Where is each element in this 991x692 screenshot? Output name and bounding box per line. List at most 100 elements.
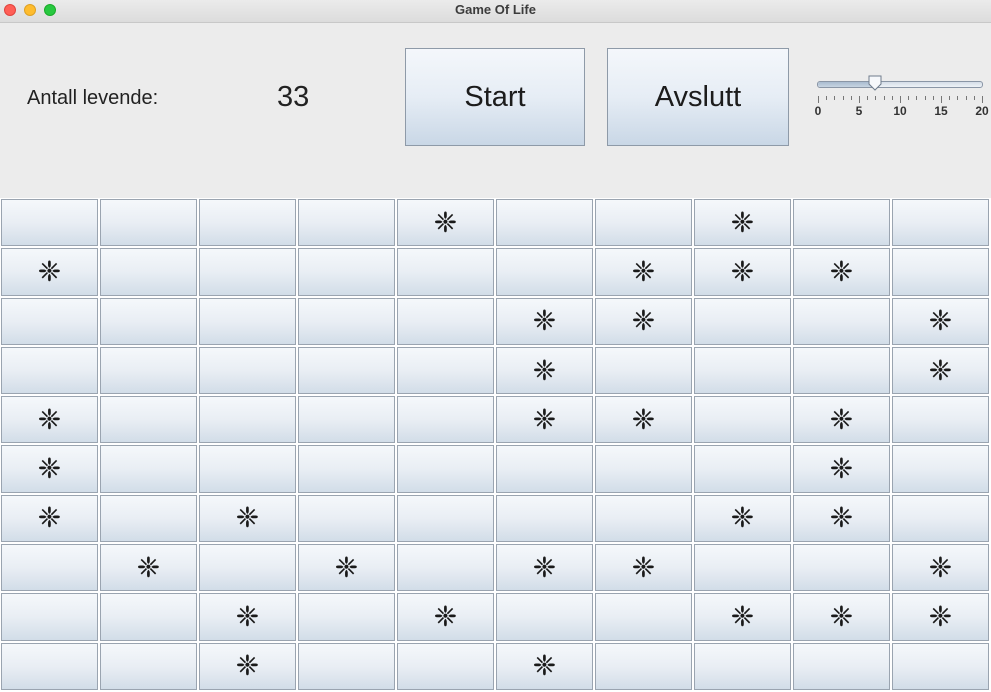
cell-alive[interactable]: ❈ (100, 544, 197, 592)
cell-dead[interactable] (595, 593, 692, 641)
cell-dead[interactable] (496, 248, 593, 296)
cell-alive[interactable]: ❈ (397, 593, 494, 641)
cell-alive[interactable]: ❈ (892, 593, 989, 641)
cell-dead[interactable] (199, 445, 296, 493)
cell-dead[interactable] (793, 199, 890, 247)
cell-dead[interactable] (595, 445, 692, 493)
cell-alive[interactable]: ❈ (496, 346, 593, 395)
cell-alive[interactable]: ❈ (1, 248, 98, 296)
cell-dead[interactable] (397, 248, 494, 296)
cell-dead[interactable] (100, 593, 197, 641)
cell-alive[interactable]: ❈ (496, 544, 593, 592)
slider-track[interactable] (817, 81, 983, 88)
cell-dead[interactable] (694, 346, 791, 395)
cell-dead[interactable] (892, 494, 989, 543)
cell-dead[interactable] (496, 445, 593, 493)
cell-dead[interactable] (694, 445, 791, 493)
cell-dead[interactable] (100, 445, 197, 493)
cell-alive[interactable]: ❈ (496, 396, 593, 444)
speed-slider[interactable]: 0 5 10 15 20 (815, 75, 989, 125)
cell-dead[interactable] (694, 396, 791, 444)
cell-alive[interactable]: ❈ (199, 494, 296, 543)
cell-dead[interactable] (100, 199, 197, 247)
cell-alive[interactable]: ❈ (298, 544, 395, 592)
cell-dead[interactable] (892, 199, 989, 247)
cell-dead[interactable] (1, 346, 98, 395)
slider-thumb[interactable] (868, 75, 882, 91)
cell-dead[interactable] (298, 396, 395, 444)
cell-alive[interactable]: ❈ (199, 593, 296, 641)
cell-dead[interactable] (595, 642, 692, 690)
cell-alive[interactable]: ❈ (793, 445, 890, 493)
cell-dead[interactable] (694, 642, 791, 690)
cell-dead[interactable] (199, 297, 296, 345)
cell-dead[interactable] (397, 642, 494, 690)
cell-dead[interactable] (298, 346, 395, 395)
cell-dead[interactable] (298, 199, 395, 247)
cell-dead[interactable] (595, 199, 692, 247)
cell-dead[interactable] (892, 248, 989, 296)
cell-dead[interactable] (298, 248, 395, 296)
cell-dead[interactable] (397, 396, 494, 444)
cell-dead[interactable] (496, 593, 593, 641)
cell-dead[interactable] (1, 544, 98, 592)
cell-dead[interactable] (1, 199, 98, 247)
cell-dead[interactable] (595, 494, 692, 543)
cell-alive[interactable]: ❈ (397, 199, 494, 247)
cell-alive[interactable]: ❈ (694, 248, 791, 296)
cell-dead[interactable] (793, 346, 890, 395)
cell-alive[interactable]: ❈ (694, 494, 791, 543)
cell-dead[interactable] (793, 642, 890, 690)
cell-dead[interactable] (595, 346, 692, 395)
cell-alive[interactable]: ❈ (199, 642, 296, 690)
cell-dead[interactable] (397, 445, 494, 493)
cell-alive[interactable]: ❈ (793, 396, 890, 444)
cell-dead[interactable] (100, 494, 197, 543)
cell-dead[interactable] (892, 396, 989, 444)
cell-alive[interactable]: ❈ (892, 544, 989, 592)
cell-dead[interactable] (100, 248, 197, 296)
cell-dead[interactable] (694, 544, 791, 592)
cell-alive[interactable]: ❈ (595, 297, 692, 345)
cell-alive[interactable]: ❈ (496, 297, 593, 345)
cell-alive[interactable]: ❈ (496, 642, 593, 690)
start-button[interactable]: Start (405, 48, 585, 146)
cell-dead[interactable] (397, 297, 494, 345)
quit-button[interactable]: Avslutt (607, 48, 789, 146)
cell-dead[interactable] (1, 642, 98, 690)
cell-alive[interactable]: ❈ (793, 494, 890, 543)
cell-alive[interactable]: ❈ (595, 544, 692, 592)
cell-alive[interactable]: ❈ (1, 494, 98, 543)
cell-dead[interactable] (100, 297, 197, 345)
cell-alive[interactable]: ❈ (793, 593, 890, 641)
cell-dead[interactable] (199, 248, 296, 296)
cell-dead[interactable] (298, 593, 395, 641)
cell-alive[interactable]: ❈ (892, 346, 989, 395)
cell-dead[interactable] (397, 346, 494, 395)
cell-alive[interactable]: ❈ (793, 248, 890, 296)
cell-dead[interactable] (496, 494, 593, 543)
cell-dead[interactable] (298, 445, 395, 493)
cell-dead[interactable] (199, 396, 296, 444)
cell-alive[interactable]: ❈ (1, 445, 98, 493)
cell-dead[interactable] (892, 642, 989, 690)
cell-dead[interactable] (100, 642, 197, 690)
title-bar[interactable]: Game Of Life (0, 0, 991, 23)
cell-dead[interactable] (892, 445, 989, 493)
cell-alive[interactable]: ❈ (694, 593, 791, 641)
cell-dead[interactable] (694, 297, 791, 345)
cell-dead[interactable] (298, 297, 395, 345)
cell-dead[interactable] (199, 346, 296, 395)
cell-alive[interactable]: ❈ (595, 248, 692, 296)
cell-alive[interactable]: ❈ (595, 396, 692, 444)
cell-dead[interactable] (793, 544, 890, 592)
cell-dead[interactable] (397, 494, 494, 543)
cell-alive[interactable]: ❈ (892, 297, 989, 345)
cell-dead[interactable] (793, 297, 890, 345)
cell-dead[interactable] (199, 199, 296, 247)
cell-dead[interactable] (1, 593, 98, 641)
cell-dead[interactable] (397, 544, 494, 592)
cell-dead[interactable] (100, 396, 197, 444)
cell-dead[interactable] (298, 494, 395, 543)
cell-alive[interactable]: ❈ (694, 199, 791, 247)
